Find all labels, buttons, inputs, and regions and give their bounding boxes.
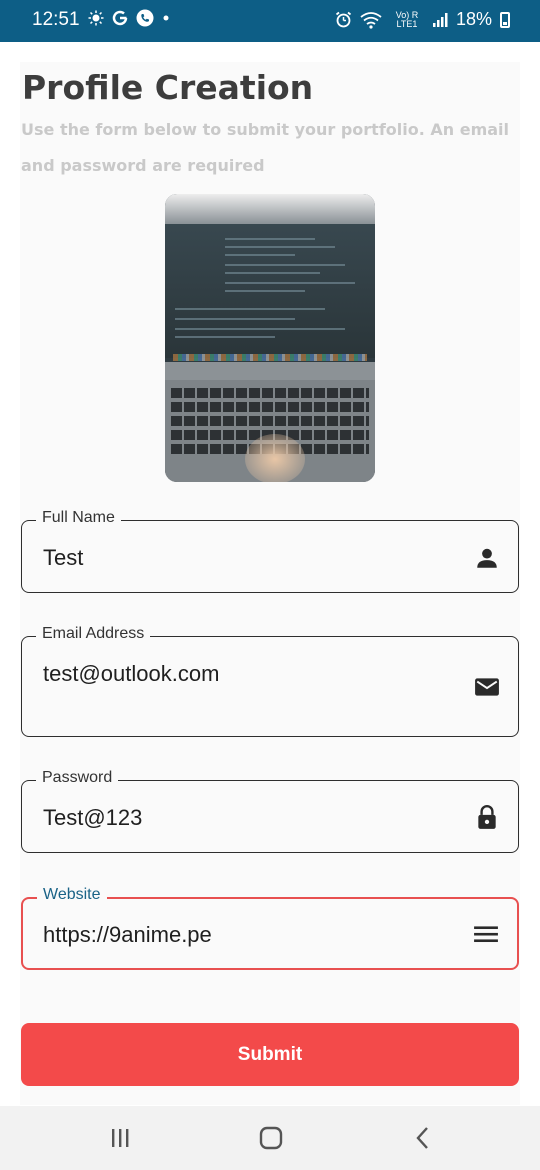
home-icon[interactable] (256, 1124, 286, 1152)
submit-button[interactable]: Submit (21, 1023, 519, 1086)
signal-icon (432, 12, 448, 27)
full-name-label: Full Name (36, 509, 121, 527)
page-subtitle: Use the form below to submit your portfo… (21, 120, 510, 175)
status-left-icons (88, 9, 170, 27)
dot-icon (163, 15, 169, 21)
status-right-icons: Vo) R LTE1 18% (335, 9, 510, 30)
lock-icon (478, 805, 496, 829)
battery-icon (500, 11, 510, 28)
sun-icon (88, 10, 104, 26)
alarm-icon (335, 11, 352, 28)
full-name-value[interactable]: Test (43, 545, 83, 571)
back-icon[interactable] (408, 1124, 438, 1152)
email-label: Email Address (36, 625, 151, 643)
mail-icon (475, 678, 499, 696)
phone-call-icon (136, 9, 154, 27)
network-label: Vo) R LTE1 (395, 9, 419, 29)
email-value[interactable]: test@outlook.com (43, 661, 219, 687)
system-nav-bar (0, 1106, 540, 1170)
status-time: 12:51 (32, 9, 80, 30)
website-value[interactable]: https://9anime.pe (43, 922, 212, 948)
person-icon (477, 548, 497, 568)
website-field[interactable]: Website https://9anime.pe (21, 886, 519, 970)
recent-apps-icon[interactable] (105, 1124, 135, 1152)
menu-icon (474, 926, 498, 943)
page-title: Profile Creation (22, 68, 314, 107)
battery-percent: 18% (455, 9, 492, 29)
password-field[interactable]: Password Test@123 (21, 769, 519, 853)
password-label: Password (36, 769, 119, 787)
status-bar: 12:51 Vo) R LTE1 18% (0, 0, 540, 42)
full-name-field[interactable]: Full Name Test (21, 509, 519, 593)
google-g-icon (112, 10, 128, 26)
profile-photo[interactable] (165, 194, 375, 482)
password-value[interactable]: Test@123 (43, 805, 142, 831)
email-field[interactable]: Email Address test@outlook.com (21, 625, 519, 737)
website-label: Website (37, 886, 107, 904)
photo-laptop-screen (165, 208, 375, 358)
wifi-icon (360, 11, 382, 29)
